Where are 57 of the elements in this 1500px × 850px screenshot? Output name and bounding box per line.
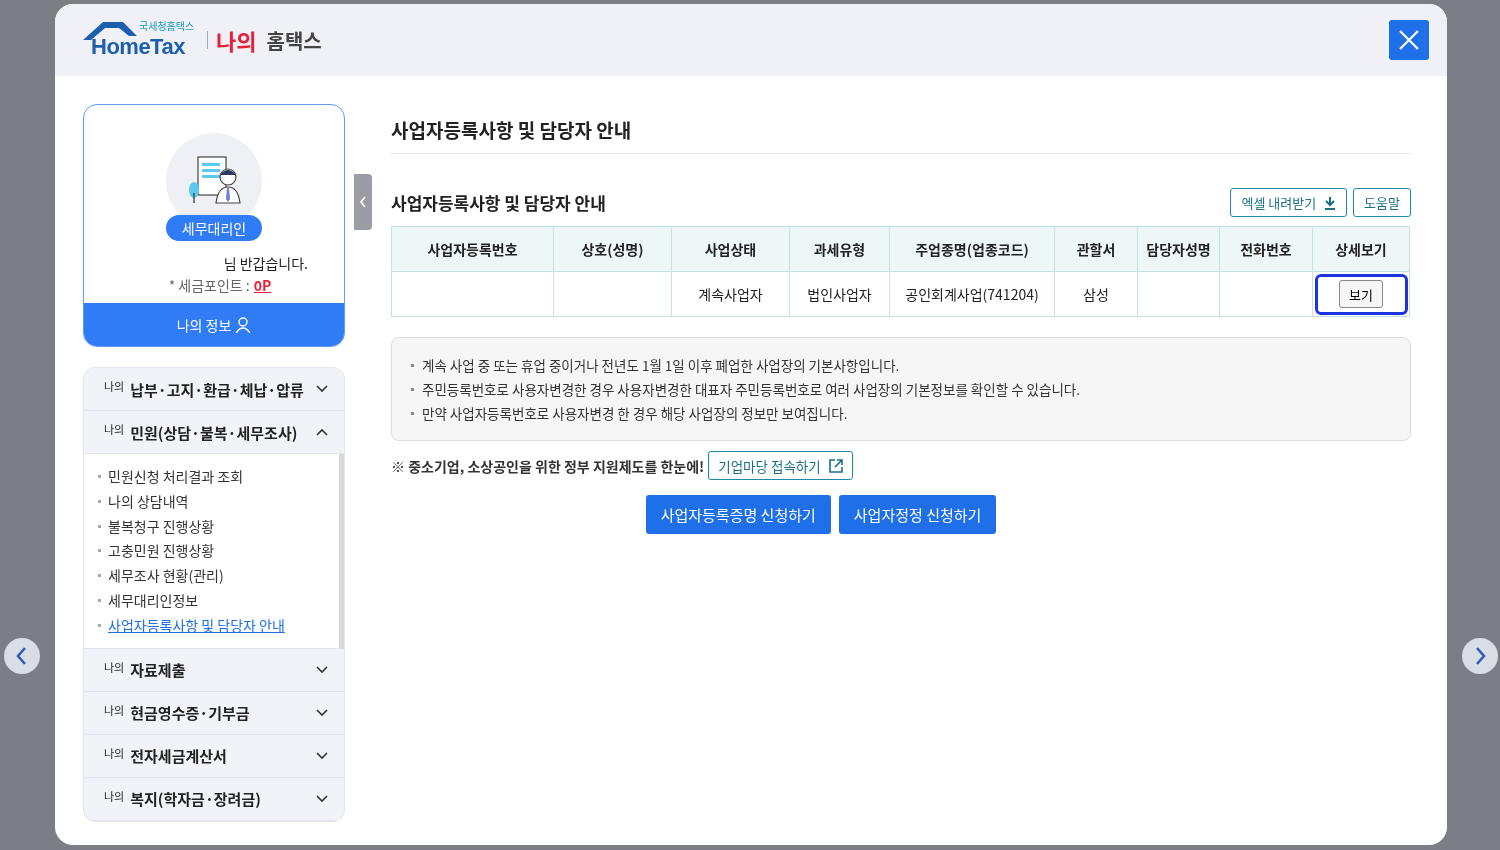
submenu-link[interactable]: 고충민원 진행상황 <box>98 538 339 564</box>
help-button[interactable]: 도움말 <box>1353 188 1411 217</box>
points-link[interactable]: 0P <box>253 275 272 295</box>
excel-download-button[interactable]: 엑셀 내려받기 <box>1230 188 1348 217</box>
greeting-text: 님 반갑습니다. <box>223 253 308 273</box>
external-link-button[interactable]: 기업마당 접속하기 <box>708 451 853 480</box>
points-label: * 세금포인트 : <box>168 275 250 295</box>
column-header: 사업상태 <box>671 226 790 272</box>
submenu-link[interactable]: 민원신청 처리결과 조회 <box>98 464 339 489</box>
my-info-button[interactable]: 나의 정보 <box>84 303 344 346</box>
page-title: 사업자등록사항 및 담당자 안내 <box>391 116 1411 154</box>
chevron-down-icon <box>316 385 328 393</box>
chevron-up-icon <box>316 428 328 436</box>
submenu-link[interactable]: 나의 상담내역 <box>98 488 339 514</box>
submenu-link[interactable]: 불복청구 진행상황 <box>98 513 339 539</box>
submenu-link[interactable]: 세무대리인정보 <box>98 588 339 613</box>
column-header: 사업자등록번호 <box>391 226 554 272</box>
column-header: 전화번호 <box>1219 226 1313 272</box>
role-badge: 세무대리인 <box>166 215 262 241</box>
table-cell: 계속사업자 <box>671 271 790 317</box>
column-header: 담당자성명 <box>1137 226 1220 272</box>
table-cell: 삼성 <box>1054 271 1138 317</box>
external-link-icon <box>828 458 843 473</box>
download-icon <box>1324 195 1337 210</box>
submenu-link[interactable]: 세무조사 현황(관리) <box>98 563 339 588</box>
apply-button[interactable]: 사업자등록증명 신청하기 <box>645 495 831 534</box>
logo-text: HomeTax <box>91 34 185 60</box>
column-header: 주업종명(업종코드) <box>889 226 1055 272</box>
house-logo-icon <box>83 20 137 40</box>
column-header: 상호(성명) <box>553 226 672 272</box>
close-icon <box>1398 29 1420 51</box>
header-title: 홈택스 <box>266 25 322 55</box>
section-title: 사업자등록사항 및 담당자 안내 <box>391 190 607 215</box>
note-text: 만약 사업자등록번호로 사용자변경 한 경우 해당 사업장의 정보만 보여집니다. <box>410 401 1392 425</box>
close-button[interactable] <box>1389 20 1429 60</box>
table-cell: 공인회계사업(741204) <box>889 271 1055 317</box>
chevron-down-icon <box>316 794 328 803</box>
title-highlight: 나의 <box>216 24 257 56</box>
chevron-down-icon <box>316 665 328 674</box>
column-header: 과세유형 <box>789 226 890 272</box>
table-cell: 법인사업자 <box>789 271 890 317</box>
person-icon <box>235 316 252 333</box>
submenu-link[interactable]: 사업자등록사항 및 담당자 안내 <box>98 612 339 638</box>
chevron-left-icon <box>15 646 29 666</box>
chevron-down-icon <box>316 708 328 717</box>
column-header: 상세보기 <box>1312 226 1410 272</box>
view-button[interactable]: 보기 <box>1339 280 1383 308</box>
menu-section-button[interactable]: 나의 납부·고지·환급·체납·압류 <box>84 368 344 411</box>
note-text: 계속 사업 중 또는 휴업 중이거나 전년도 1월 1일 이후 폐업한 사업장의 기본사항입니다. <box>410 353 1392 377</box>
chevron-right-icon <box>1473 646 1487 666</box>
note-text: 주민등록번호로 사용자변경한 경우 사용자변경한 대표자 주민등록번호로 여러 사업장의 기본정보를 확인할 수 있습니다. <box>410 377 1392 401</box>
apply-button[interactable]: 사업자정정 신청하기 <box>838 495 997 534</box>
column-header: 관할서 <box>1054 226 1138 272</box>
chevron-down-icon <box>316 751 328 760</box>
promo-text: ※ 중소기업, 소상공인을 위한 정부 지원제도를 한눈에! <box>391 455 705 476</box>
logo-subtitle: 국세청홈택스 <box>139 18 195 33</box>
chevron-left-icon <box>359 196 367 208</box>
